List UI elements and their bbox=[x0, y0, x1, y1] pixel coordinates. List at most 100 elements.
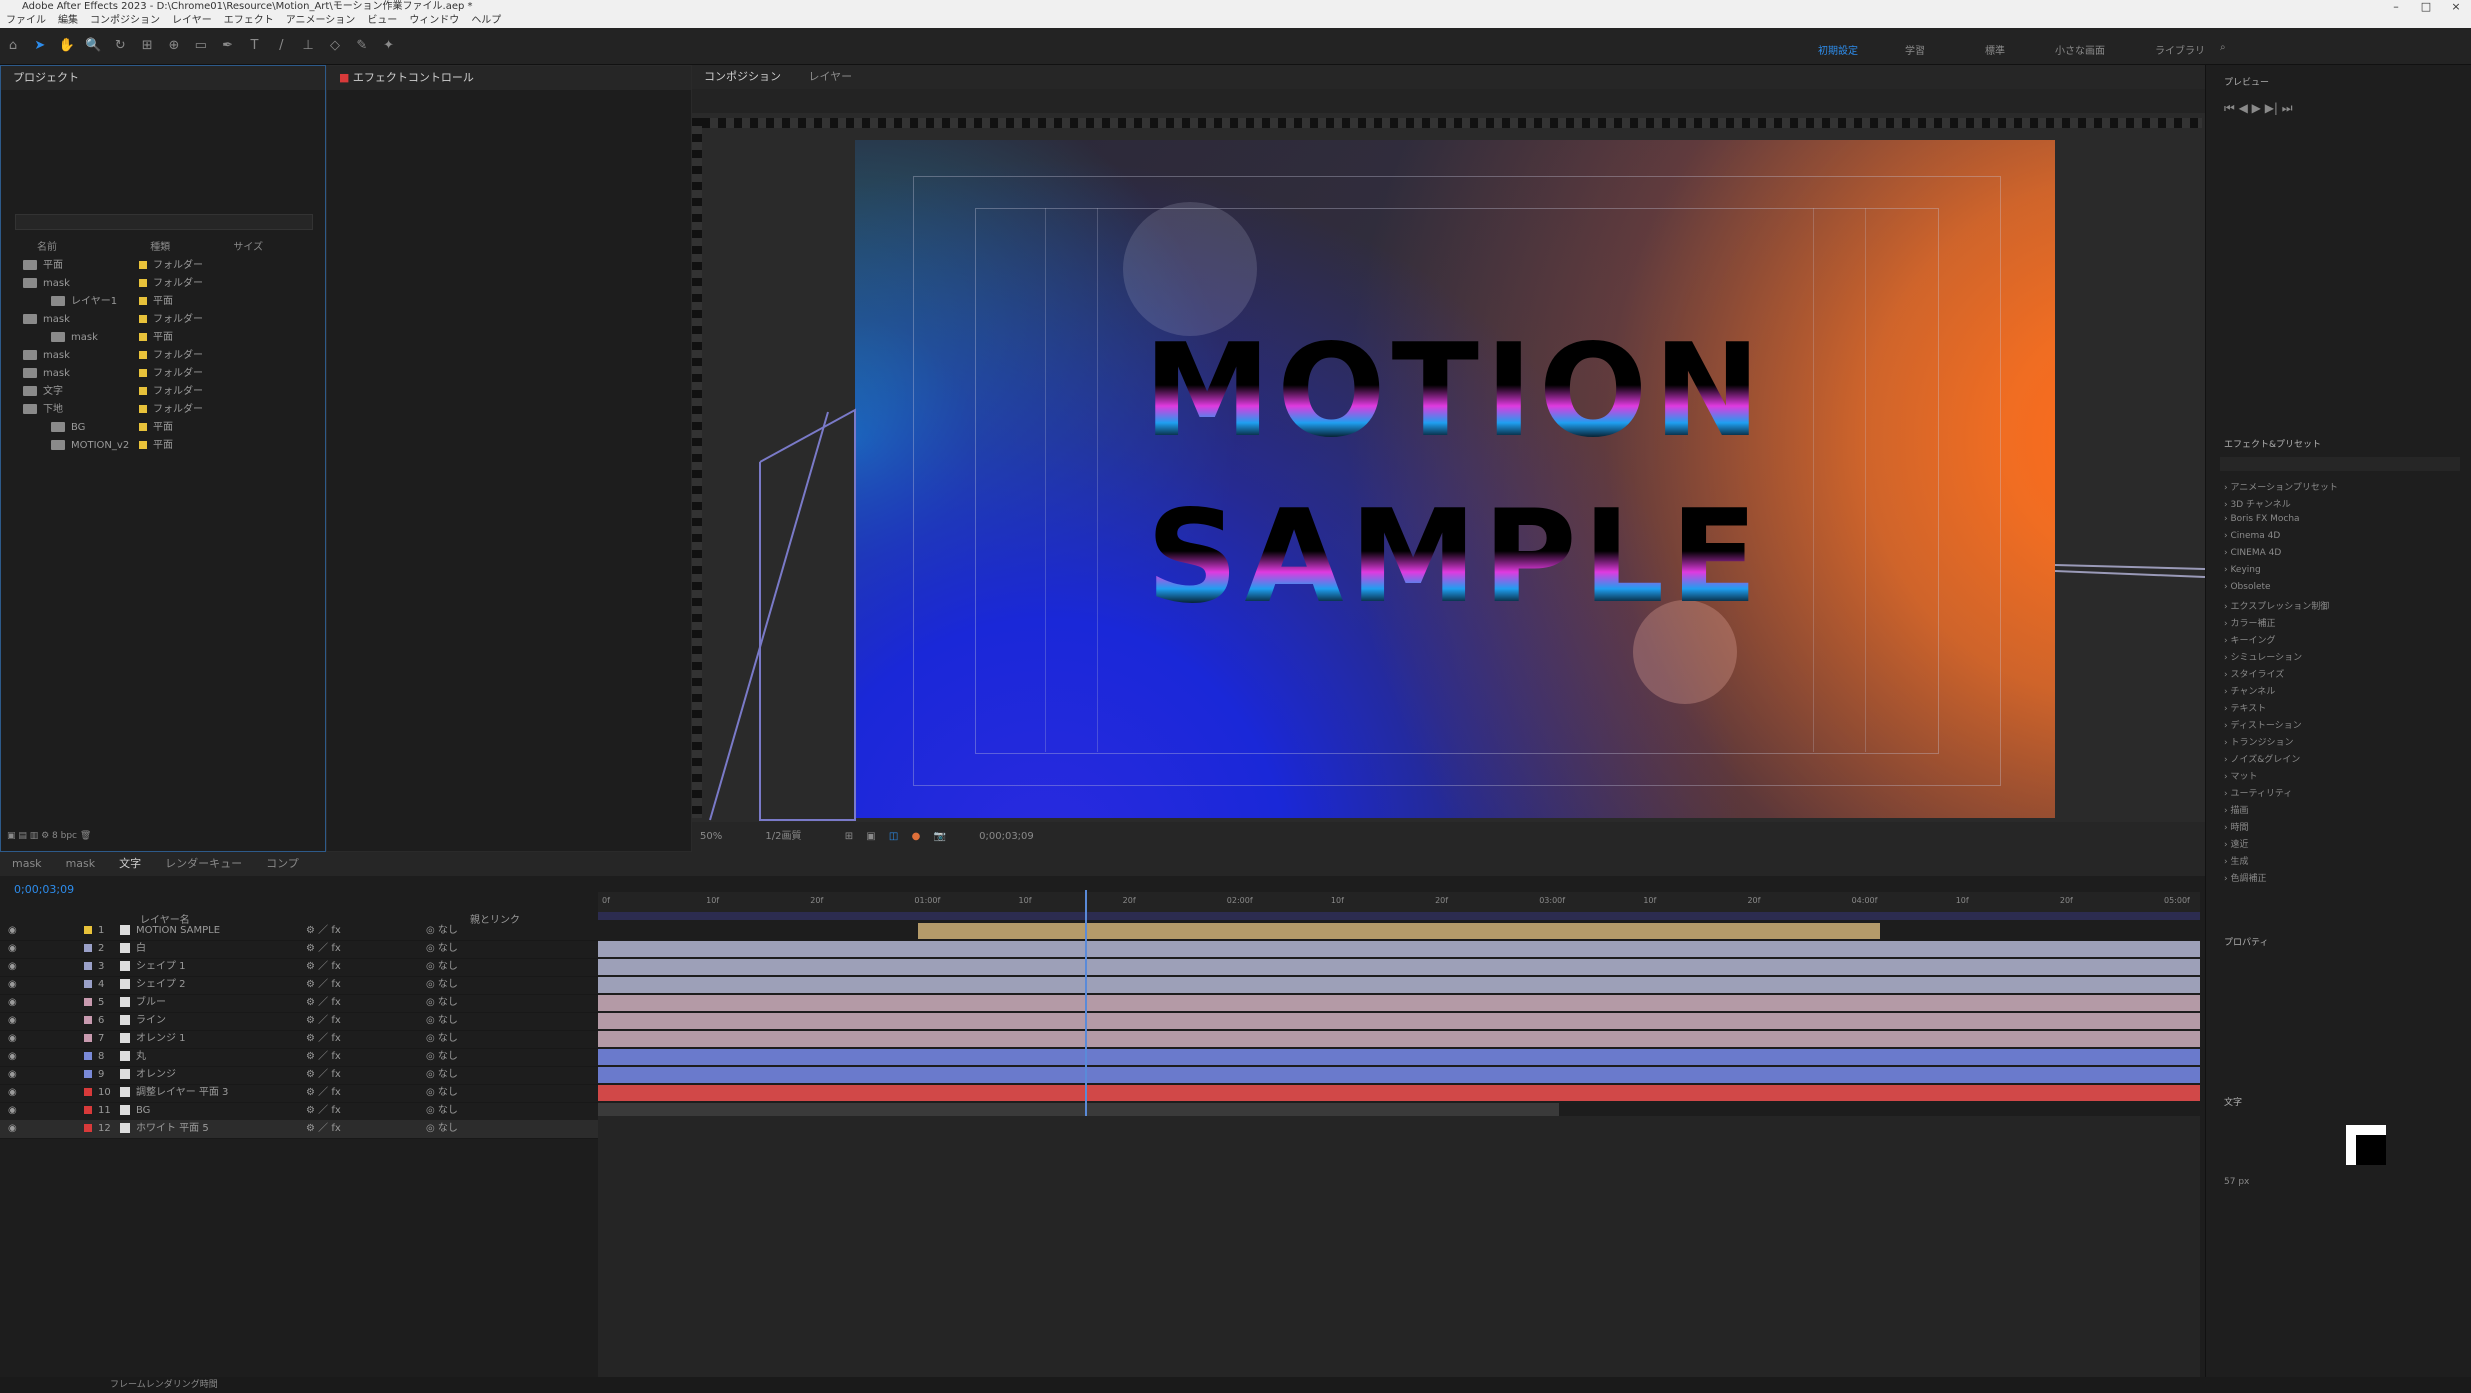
eraser-tool-icon[interactable]: ◇ bbox=[325, 36, 345, 56]
zoom-tool-icon[interactable]: 🔍 bbox=[83, 36, 103, 56]
parent-select[interactable]: ◎ なし bbox=[426, 1015, 458, 1026]
camera-tool-icon[interactable]: ⊞ bbox=[137, 36, 157, 56]
tab-project[interactable]: プロジェクト bbox=[1, 66, 91, 90]
switches[interactable]: ⚙ ／ fx bbox=[306, 1048, 426, 1066]
effect-category[interactable]: › 3D チャンネル bbox=[2224, 497, 2291, 510]
grid-icon[interactable]: ⊞ bbox=[845, 831, 853, 842]
eye-icon[interactable]: ◉ bbox=[8, 1084, 24, 1102]
effect-category[interactable]: › トランジション bbox=[2224, 735, 2293, 748]
effect-category[interactable]: › テキスト bbox=[2224, 701, 2266, 714]
layer-row[interactable]: ◉ 7 オレンジ 1 ⚙ ／ fx ◎ なし bbox=[0, 1030, 598, 1049]
label-chip[interactable] bbox=[84, 980, 92, 988]
search-icon[interactable]: ⌕ bbox=[2220, 42, 2226, 53]
menu-item[interactable]: レイヤー bbox=[166, 14, 218, 28]
eye-icon[interactable]: ◉ bbox=[8, 940, 24, 958]
layer-name[interactable]: ホワイト 平面 5 bbox=[136, 1120, 306, 1138]
resolution-select[interactable]: 1/2画質 bbox=[765, 831, 801, 842]
project-item[interactable]: MOTION_v2 平面 bbox=[15, 437, 305, 455]
eye-icon[interactable]: ◉ bbox=[8, 958, 24, 976]
layer-name[interactable]: オレンジ bbox=[136, 1066, 306, 1084]
label-chip[interactable] bbox=[84, 1016, 92, 1024]
layer-duration-bar[interactable] bbox=[598, 959, 2200, 975]
workspace-standard[interactable]: 標準 bbox=[1985, 42, 2005, 57]
menu-item[interactable]: 編集 bbox=[52, 14, 84, 28]
eye-icon[interactable]: ◉ bbox=[8, 1048, 24, 1066]
switches[interactable]: ⚙ ／ fx bbox=[306, 1030, 426, 1048]
eye-icon[interactable]: ◉ bbox=[8, 1030, 24, 1048]
layer-row[interactable]: ◉ 4 シェイプ 2 ⚙ ／ fx ◎ なし bbox=[0, 976, 598, 995]
eye-icon[interactable]: ◉ bbox=[8, 922, 24, 940]
parent-select[interactable]: ◎ なし bbox=[426, 961, 458, 972]
switches[interactable]: ⚙ ／ fx bbox=[306, 1066, 426, 1084]
workspace-learn[interactable]: 学習 bbox=[1905, 42, 1925, 57]
layer-row[interactable]: ◉ 12 ホワイト 平面 5 ⚙ ／ fx ◎ なし bbox=[0, 1120, 598, 1139]
menu-item[interactable]: ファイル bbox=[0, 14, 52, 28]
layer-duration-bar[interactable] bbox=[918, 923, 1880, 939]
effect-category[interactable]: › 生成 bbox=[2224, 854, 2248, 867]
effect-category[interactable]: › 遠近 bbox=[2224, 837, 2248, 850]
brush-tool-icon[interactable]: / bbox=[271, 36, 291, 56]
layer-name[interactable]: MOTION SAMPLE bbox=[136, 922, 306, 940]
effect-category[interactable]: › 色調補正 bbox=[2224, 871, 2266, 884]
roto-tool-icon[interactable]: ✎ bbox=[352, 36, 372, 56]
tab-layer[interactable]: レイヤー bbox=[797, 65, 865, 89]
parent-select[interactable]: ◎ なし bbox=[426, 1105, 458, 1116]
eye-icon[interactable]: ◉ bbox=[8, 1102, 24, 1120]
project-search-input[interactable] bbox=[15, 214, 313, 230]
effect-category[interactable]: › ノイズ&グレイン bbox=[2224, 752, 2300, 765]
layer-name[interactable]: シェイプ 1 bbox=[136, 958, 306, 976]
switches[interactable]: ⚙ ／ fx bbox=[306, 1120, 426, 1138]
selection-tool-icon[interactable]: ➤ bbox=[30, 36, 50, 56]
effects-search-input[interactable] bbox=[2220, 457, 2460, 471]
parent-select[interactable]: ◎ なし bbox=[426, 1033, 458, 1044]
layer-row[interactable]: ◉ 3 シェイプ 1 ⚙ ／ fx ◎ なし bbox=[0, 958, 598, 977]
menu-item[interactable]: コンポジション bbox=[84, 14, 166, 28]
project-item[interactable]: BG 平面 bbox=[15, 419, 305, 437]
maximize-icon[interactable]: □ bbox=[2411, 0, 2441, 14]
project-item[interactable]: mask フォルダー bbox=[15, 347, 305, 365]
eye-icon[interactable]: ◉ bbox=[8, 1012, 24, 1030]
layer-name[interactable]: 白 bbox=[136, 940, 306, 958]
effect-category[interactable]: › Obsolete bbox=[2224, 582, 2271, 592]
col-size[interactable]: サイズ bbox=[233, 242, 263, 253]
region-icon[interactable]: ◫ bbox=[889, 831, 898, 842]
timeline-tab[interactable]: コンプ bbox=[254, 852, 311, 876]
layer-duration-bar[interactable] bbox=[598, 1067, 2200, 1083]
timeline-timecode[interactable]: 0;00;03;09 bbox=[14, 883, 74, 896]
effect-category[interactable]: › カラー補正 bbox=[2224, 616, 2275, 629]
project-item[interactable]: mask フォルダー bbox=[15, 275, 305, 293]
switches[interactable]: ⚙ ／ fx bbox=[306, 922, 426, 940]
layer-name[interactable]: ライン bbox=[136, 1012, 306, 1030]
clone-tool-icon[interactable]: ⊥ bbox=[298, 36, 318, 56]
switches[interactable]: ⚙ ／ fx bbox=[306, 1102, 426, 1120]
close-icon[interactable]: × bbox=[2441, 0, 2471, 14]
layer-duration-bar[interactable] bbox=[598, 995, 2200, 1011]
effect-category[interactable]: › 時間 bbox=[2224, 820, 2248, 833]
rotate-tool-icon[interactable]: ↻ bbox=[110, 36, 130, 56]
menu-item[interactable]: ビュー bbox=[361, 14, 403, 28]
switches[interactable]: ⚙ ／ fx bbox=[306, 1012, 426, 1030]
layer-row[interactable]: ◉ 5 ブルー ⚙ ／ fx ◎ なし bbox=[0, 994, 598, 1013]
project-item[interactable]: mask フォルダー bbox=[15, 311, 305, 329]
layer-name[interactable]: シェイプ 2 bbox=[136, 976, 306, 994]
label-chip[interactable] bbox=[84, 1070, 92, 1078]
eye-icon[interactable]: ◉ bbox=[8, 1120, 24, 1138]
eye-icon[interactable]: ◉ bbox=[8, 976, 24, 994]
label-chip[interactable] bbox=[84, 962, 92, 970]
layer-duration-bar[interactable] bbox=[598, 1031, 2200, 1047]
effect-category[interactable]: › シミュレーション bbox=[2224, 650, 2302, 663]
eye-icon[interactable]: ◉ bbox=[8, 1066, 24, 1084]
label-chip[interactable] bbox=[84, 1088, 92, 1096]
work-area-bar[interactable] bbox=[598, 912, 2200, 920]
label-chip[interactable] bbox=[84, 998, 92, 1006]
project-item[interactable]: 下地 フォルダー bbox=[15, 401, 305, 419]
parent-select[interactable]: ◎ なし bbox=[426, 1123, 458, 1134]
layer-name[interactable]: ブルー bbox=[136, 994, 306, 1012]
col-type[interactable]: 種類 bbox=[150, 239, 230, 257]
effect-category[interactable]: › Cinema 4D bbox=[2224, 531, 2280, 541]
timeline-tab[interactable]: mask bbox=[0, 852, 54, 876]
effect-category[interactable]: › Keying bbox=[2224, 565, 2261, 575]
effect-category[interactable]: › 描画 bbox=[2224, 803, 2248, 816]
parent-select[interactable]: ◎ なし bbox=[426, 979, 458, 990]
layer-duration-bar[interactable] bbox=[598, 977, 2200, 993]
